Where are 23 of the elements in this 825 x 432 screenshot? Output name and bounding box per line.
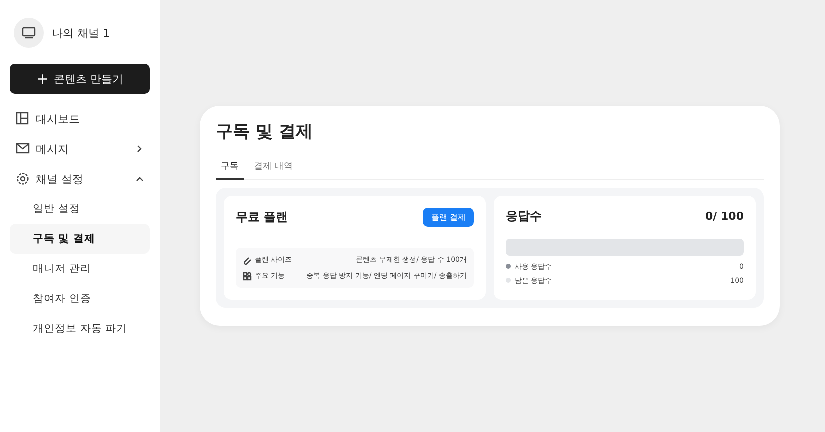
- mail-icon: [16, 142, 30, 156]
- monitor-icon: [22, 27, 36, 39]
- response-count: 0/ 100: [706, 210, 744, 223]
- submenu-item[interactable]: 매니저 관리: [10, 254, 150, 284]
- paperclip-icon: [243, 256, 252, 264]
- tab[interactable]: 구독: [216, 160, 244, 180]
- plan-name: 무료 플랜: [236, 209, 288, 226]
- layout-icon: [16, 112, 30, 126]
- nav-item[interactable]: 메시지: [10, 134, 150, 164]
- page-title: 구독 및 결제: [216, 121, 314, 143]
- nav-item[interactable]: 채널 설정: [10, 164, 150, 194]
- settings-icon: [16, 172, 30, 186]
- submenu-item[interactable]: 일반 설정: [10, 194, 150, 224]
- responses-title: 응답수: [506, 208, 542, 225]
- nav-item[interactable]: 대시보드: [10, 104, 150, 134]
- grid-icon: [243, 272, 252, 280]
- tab[interactable]: 결제 내역: [249, 160, 298, 180]
- submenu-item[interactable]: 개인정보 자동 파기: [10, 314, 150, 344]
- submenu-item[interactable]: 구독 및 결제: [10, 224, 150, 254]
- channel-name: 나의 채널 1: [52, 26, 110, 40]
- submenu-item[interactable]: 참여자 인증: [10, 284, 150, 314]
- create-content-button[interactable]: + 콘텐츠 만들기: [10, 64, 150, 94]
- pay-plan-button[interactable]: 플랜 결제: [423, 208, 474, 227]
